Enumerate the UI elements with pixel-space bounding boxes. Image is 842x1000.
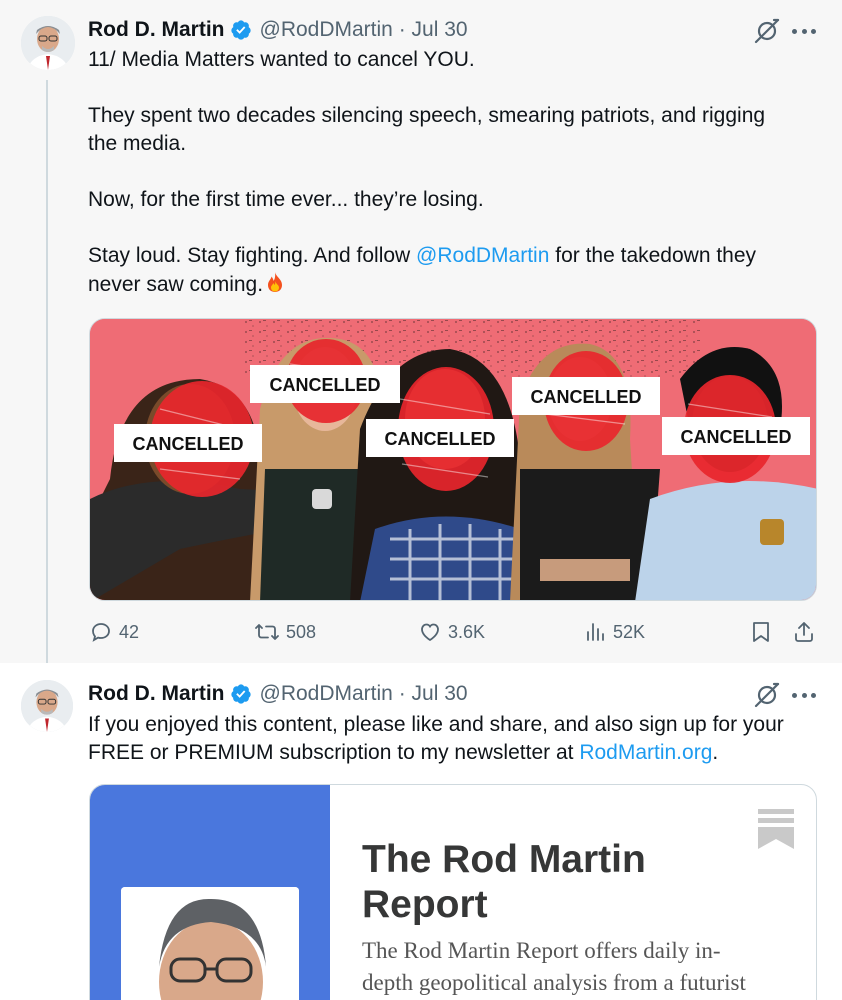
media-illustration: CANCELLED CANCELLED CANCELLED CANCELLED … (90, 319, 816, 600)
reply-count: 42 (119, 621, 140, 642)
verified-badge-icon (230, 20, 251, 40)
text-segment: Stay loud. Stay fighting. And follow (88, 244, 417, 267)
card-description-line: depth geopolitical analysis from a futur… (362, 970, 746, 995)
tweet-header: Rod D. Martin @RodDMartin · Jul 30 (88, 17, 468, 43)
tweet-text-line: Stay loud. Stay fighting. And follow @Ro… (88, 242, 808, 270)
link-preview-card[interactable]: The Rod Martin Report The Rod Martin Rep… (89, 784, 817, 1000)
tweet-text-line: If you enjoyed this content, please like… (88, 713, 784, 736)
reply-icon (92, 623, 110, 642)
author-handle[interactable]: @RodDMartin (260, 18, 393, 42)
card-title-line: The Rod Martin (362, 838, 646, 881)
author-handle[interactable]: @RodDMartin (260, 682, 393, 706)
card-title: The Rod Martin Report (362, 837, 782, 927)
cancelled-label: CANCELLED (681, 427, 792, 447)
tweet-text-line: the media. (88, 132, 187, 155)
card-image-panel (90, 785, 330, 1000)
bookmark-button[interactable] (750, 620, 778, 644)
header-separator: · (398, 682, 406, 705)
tweet-text: If you enjoyed this content, please like… (88, 711, 828, 767)
tweet-actions-bar: 42 508 3.6K 52K (0, 620, 842, 648)
more-icon[interactable] (792, 28, 816, 34)
like-button[interactable]: 3.6K (418, 620, 485, 644)
views-icon (587, 623, 604, 641)
cancelled-label: CANCELLED (385, 429, 496, 449)
author-name[interactable]: Rod D. Martin (88, 682, 225, 706)
website-link[interactable]: RodMartin.org (579, 741, 712, 764)
share-icon (795, 622, 813, 642)
mention-link[interactable]: @RodDMartin (416, 244, 549, 267)
card-description-line: The Rod Martin Report offers daily in- (362, 938, 721, 963)
author-avatar[interactable] (21, 680, 73, 732)
tweet-media-image[interactable]: CANCELLED CANCELLED CANCELLED CANCELLED … (89, 318, 817, 601)
tweet-1[interactable]: Rod D. Martin @RodDMartin · Jul 30 11/ M… (0, 0, 842, 680)
repost-button[interactable]: 508 (254, 620, 316, 644)
views-count: 52K (613, 621, 646, 642)
text-segment: FREE or PREMIUM subscription to my newsl… (88, 741, 580, 764)
cancelled-label: CANCELLED (531, 387, 642, 407)
bookmark-icon (753, 622, 769, 642)
repost-icon (255, 624, 279, 640)
tweet-text-line: Now, for the first time ever... they’re … (88, 188, 484, 211)
cancelled-label: CANCELLED (133, 434, 244, 454)
text-segment: never saw coming. (88, 273, 264, 296)
tweet-header: Rod D. Martin @RodDMartin · Jul 30 (88, 681, 468, 707)
like-count: 3.6K (448, 621, 486, 642)
text-segment: . (712, 741, 719, 764)
card-description: The Rod Martin Report offers daily in- d… (362, 935, 802, 999)
tweet-text: 11/ Media Matters wanted to cancel YOU. … (88, 46, 808, 299)
text-segment: for the takedown they (549, 244, 757, 267)
author-avatar[interactable] (21, 16, 75, 70)
tweet-text-line: They spent two decades silencing speech,… (88, 104, 766, 127)
header-separator: · (398, 18, 406, 41)
grok-icon[interactable] (752, 680, 782, 710)
repost-count: 508 (286, 621, 317, 642)
share-button[interactable] (792, 620, 822, 644)
tweet-text-line: 11/ Media Matters wanted to cancel YOU. (88, 48, 475, 71)
verified-badge-icon (230, 684, 251, 704)
more-icon[interactable] (792, 692, 816, 698)
cancelled-label: CANCELLED (270, 375, 381, 395)
fire-emoji (268, 272, 283, 292)
card-author-photo (121, 887, 299, 1000)
views-button[interactable]: 52K (583, 620, 645, 644)
grok-icon[interactable] (752, 16, 782, 46)
tweet-text-line: never saw coming. (88, 270, 808, 299)
tweet-text-line: FREE or PREMIUM subscription to my newsl… (88, 739, 828, 767)
reply-button[interactable]: 42 (89, 620, 139, 644)
author-name[interactable]: Rod D. Martin (88, 18, 225, 42)
tweet-date[interactable]: Jul 30 (412, 18, 468, 42)
thread-connector-line (46, 80, 48, 680)
card-title-line: Report (362, 883, 488, 926)
tweet-date[interactable]: Jul 30 (412, 682, 468, 706)
like-icon (421, 623, 439, 642)
